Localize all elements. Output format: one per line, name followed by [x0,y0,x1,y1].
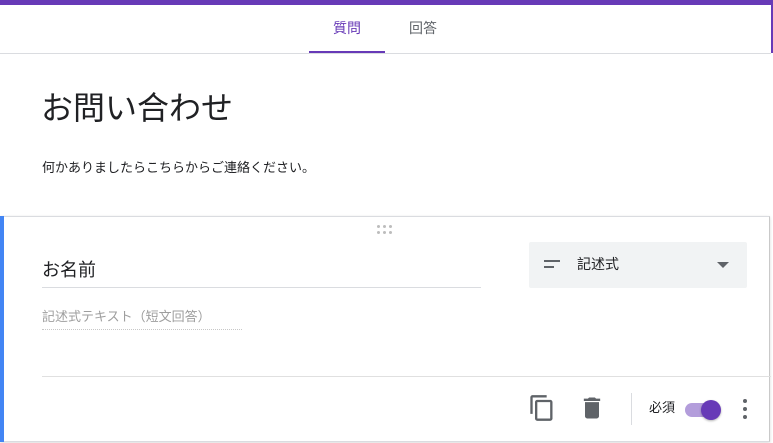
answer-placeholder: 記述式テキスト（短文回答） [42,309,242,330]
chevron-down-icon [717,262,729,268]
question-type-dropdown[interactable]: 記述式 [529,242,747,288]
drag-handle-icon[interactable] [377,225,395,235]
question-title-input[interactable]: お名前 [42,257,481,288]
short-answer-icon [544,260,560,268]
required-toggle[interactable] [683,399,723,420]
more-vert-icon[interactable] [737,397,753,421]
card-footer-divider [42,376,771,377]
form-description[interactable]: 何かありましたらこちらからご連絡ください。 [42,160,315,178]
tabs-bar: 質問 回答 [0,5,773,54]
required-label: 必須 [649,401,676,416]
question-card[interactable]: お名前 記述式 記述式テキスト（短文回答） 必須 [0,216,771,442]
tab-responses[interactable]: 回答 [396,5,450,53]
copy-icon[interactable] [528,394,556,422]
footer-separator [631,393,632,425]
trash-icon[interactable] [578,394,606,422]
toggle-thumb [701,400,721,420]
form-header-card [0,54,771,216]
question-type-label: 記述式 [577,257,619,273]
form-title[interactable]: お問い合わせ [41,88,233,128]
active-card-indicator [0,216,4,442]
tab-questions[interactable]: 質問 [309,5,385,53]
